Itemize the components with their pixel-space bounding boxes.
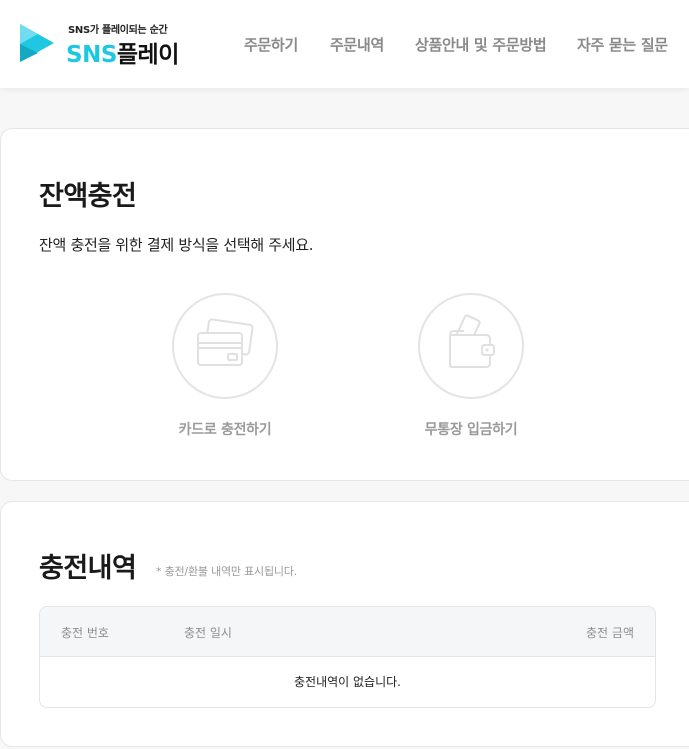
main-nav: 주문하기 주문내역 상품안내 및 주문방법 자주 묻는 질문 — [0, 34, 689, 54]
page-title: 잔액충전 — [39, 181, 137, 212]
top-header: SNS가 플레이되는 순간 SNS플레이 주문하기 주문내역 상품안내 및 주문… — [0, 0, 689, 88]
nav-item-faq[interactable]: 자주 묻는 질문 — [577, 34, 668, 55]
card-charge-button[interactable]: 카드로 충전하기 — [155, 293, 295, 443]
column-header-charge-date: 충전 일시 — [184, 626, 232, 640]
history-table: 충전 번호 충전 일시 충전 금액 충전내역이 없습니다. — [39, 606, 656, 708]
bank-transfer-button[interactable]: 무통장 입금하기 — [401, 293, 541, 443]
card-charge-label: 카드로 충전하기 — [178, 422, 272, 438]
column-header-charge-number: 충전 번호 — [61, 626, 109, 640]
nav-item-product-guide[interactable]: 상품안내 및 주문방법 — [415, 34, 547, 55]
bank-transfer-label: 무통장 입금하기 — [424, 422, 518, 438]
charge-subtitle: 잔액 충전을 위한 결제 방식을 선택해 주세요. — [39, 236, 314, 254]
bank-transfer-circle — [418, 293, 524, 399]
card-charge-circle — [172, 293, 278, 399]
history-title: 충전내역 — [39, 553, 137, 584]
charge-history-card: 충전내역 * 충전/환불 내역만 표시됩니다. 충전 번호 충전 일시 충전 금… — [0, 501, 689, 747]
history-note: * 충전/환불 내역만 표시됩니다. — [156, 565, 298, 578]
empty-state-message: 충전내역이 없습니다. — [294, 675, 401, 689]
wallet-icon — [449, 314, 495, 368]
nav-item-order[interactable]: 주문하기 — [244, 34, 298, 55]
balance-charge-card: 잔액충전 잔액 충전을 위한 결제 방식을 선택해 주세요. 카드로 충전하기 — [0, 128, 689, 481]
credit-card-icon — [197, 318, 254, 366]
nav-item-order-history[interactable]: 주문내역 — [330, 34, 384, 55]
table-header: 충전 번호 충전 일시 충전 금액 — [40, 607, 655, 657]
column-header-charge-amount: 충전 금액 — [586, 626, 634, 640]
